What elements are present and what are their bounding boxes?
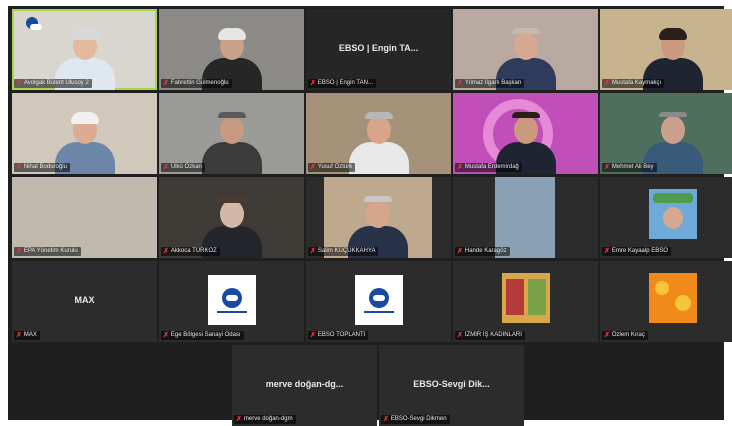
mic-muted-icon: ✗ <box>163 164 169 171</box>
participant-tile[interactable]: ✗ Özlem Kıraç <box>600 261 732 342</box>
participant-tile[interactable]: merve doğan-dg... ✗ merve doğan-dgm <box>232 345 377 426</box>
participant-tile[interactable]: ✗ Ülkü Özkan <box>159 93 304 174</box>
mic-muted-icon: ✗ <box>310 248 316 255</box>
participant-name-label: ✗ Özlem Kıraç <box>602 331 648 340</box>
participant-tile[interactable]: ✗ Emre Kayaalp EBSO <box>600 177 732 258</box>
mic-muted-icon: ✗ <box>457 80 463 87</box>
participant-name-label: ✗ Ülkü Özkan <box>161 163 205 172</box>
participant-tile[interactable]: ✗ İZMİR İŞ KADINLARI <box>453 261 598 342</box>
participant-name-label: ✗ Yusuf Öztürk <box>308 163 356 172</box>
mic-muted-icon: ✗ <box>163 80 169 87</box>
mic-muted-icon: ✗ <box>604 164 610 171</box>
participant-tile[interactable]: ✗ Mustafa Erdemirdağ <box>453 93 598 174</box>
participant-name-label: ✗ İZMİR İŞ KADINLARI <box>455 331 525 340</box>
mic-muted-icon: ✗ <box>310 80 316 87</box>
organization-logo <box>207 275 256 325</box>
mic-muted-icon: ✗ <box>310 164 316 171</box>
participant-name-label: ✗ Mustafa Erdemirdağ <box>455 163 522 172</box>
participant-avatar-image <box>648 273 697 323</box>
participant-display-name: EBSO-Sevgi Dik... <box>413 379 490 389</box>
mic-muted-icon: ✗ <box>163 248 169 255</box>
participant-tile[interactable]: ✗ Yılmaz İlgarlı Başkan <box>453 9 598 90</box>
participant-avatar-image <box>501 273 550 323</box>
video-grid: ✗ Avolgak Bülent Ulusoy 2 ✗ Fahrettin Gülm… <box>8 6 732 426</box>
mic-muted-icon: ✗ <box>457 248 463 255</box>
participant-tile[interactable]: EBSO-Sevgi Dik... ✗ EBSO-Sevgi Dikmen <box>379 345 524 426</box>
participant-tile[interactable]: ✗ Hande Karagöz <box>453 177 598 258</box>
mic-muted-icon: ✗ <box>457 164 463 171</box>
organization-logo-icon <box>221 287 242 308</box>
participant-name-label: ✗ Mehmet Ali Bey <box>602 163 657 172</box>
mic-muted-icon: ✗ <box>604 80 610 87</box>
mic-muted-icon: ✗ <box>604 248 610 255</box>
participant-name-label: ✗ merve doğan-dgm <box>234 415 296 424</box>
participant-name-label: ✗ Ege Bölgesi Sanayi Odası <box>161 331 244 340</box>
participant-name-label: ✗ MAX <box>14 331 40 340</box>
mic-muted-icon: ✗ <box>604 332 610 339</box>
mic-muted-icon: ✗ <box>16 332 22 339</box>
participant-display-name: EBSO | Engin TA... <box>338 43 419 53</box>
mic-muted-icon: ✗ <box>383 416 389 423</box>
participant-tile[interactable]: MAX ✗ MAX <box>12 261 157 342</box>
participant-tile[interactable]: ✗ Ege Bölgesi Sanayi Odası <box>159 261 304 342</box>
participant-tile[interactable]: ✗ Akkoca TÜRKÖZ <box>159 177 304 258</box>
participant-avatar-image <box>648 189 697 239</box>
participant-tile[interactable]: ✗ EPA Yönetim Kurulu <box>12 177 157 258</box>
mic-muted-icon: ✗ <box>16 164 22 171</box>
mic-muted-icon: ✗ <box>16 248 22 255</box>
participant-video <box>197 112 267 174</box>
participant-display-name: merve doğan-dg... <box>265 379 344 389</box>
participant-name-label: ✗ Mustafa Kaymakçı <box>602 79 665 88</box>
mic-muted-icon: ✗ <box>16 80 22 87</box>
mic-muted-icon: ✗ <box>310 332 316 339</box>
participant-name-label: ✗ Nihat Boduroğlu <box>14 163 70 172</box>
participant-name-label: ✗ Salim KÜÇÜKKAHYA <box>308 247 379 256</box>
participant-name-label: ✗ Yılmaz İlgarlı Başkan <box>455 79 525 88</box>
mic-muted-icon: ✗ <box>457 332 463 339</box>
participant-tile[interactable]: ✗ Mustafa Kaymakçı <box>600 9 732 90</box>
organization-logo <box>354 275 403 325</box>
participant-video <box>324 177 432 258</box>
participant-tile[interactable]: ✗ EBSO TOPLANTI <box>306 261 451 342</box>
participant-name-label: ✗ EBSO TOPLANTI <box>308 331 369 340</box>
participant-name-label: ✗ EBSO-Sevgi Dikmen <box>381 415 450 424</box>
mic-muted-icon: ✗ <box>236 416 242 423</box>
participant-name-label: ✗ EBSO | Engin TAN... <box>308 79 376 88</box>
participant-name-label: ✗ Avolgak Bülent Ulusoy 2 <box>14 79 92 88</box>
participant-name-label: ✗ Fahrettin Gülmenoğlu <box>161 79 232 88</box>
organization-logo-icon <box>26 17 42 30</box>
participant-tile[interactable]: ✗ Yusuf Öztürk <box>306 93 451 174</box>
participant-display-name: MAX <box>74 295 95 305</box>
participant-tile[interactable]: ✗ Avolgak Bülent Ulusoy 2 <box>12 9 157 90</box>
participant-name-label: ✗ EPA Yönetim Kurulu <box>14 247 81 256</box>
participant-tile[interactable]: ✗ Mehmet Ali Bey <box>600 93 732 174</box>
participant-name-label: ✗ Emre Kayaalp EBSO <box>602 247 671 256</box>
participant-tile[interactable]: EBSO | Engin TA... ✗ EBSO | Engin TAN... <box>306 9 451 90</box>
organization-logo-icon <box>368 287 389 308</box>
participant-name-label: ✗ Akkoca TÜRKÖZ <box>161 247 220 256</box>
participant-tile[interactable]: ✗ Nihat Boduroğlu <box>12 93 157 174</box>
participant-tile[interactable]: ✗ Fahrettin Gülmenoğlu <box>159 9 304 90</box>
participant-name-label: ✗ Hande Karagöz <box>455 247 510 256</box>
participant-video <box>495 177 555 258</box>
mic-muted-icon: ✗ <box>163 332 169 339</box>
participant-tile[interactable]: ✗ Salim KÜÇÜKKAHYA <box>306 177 451 258</box>
